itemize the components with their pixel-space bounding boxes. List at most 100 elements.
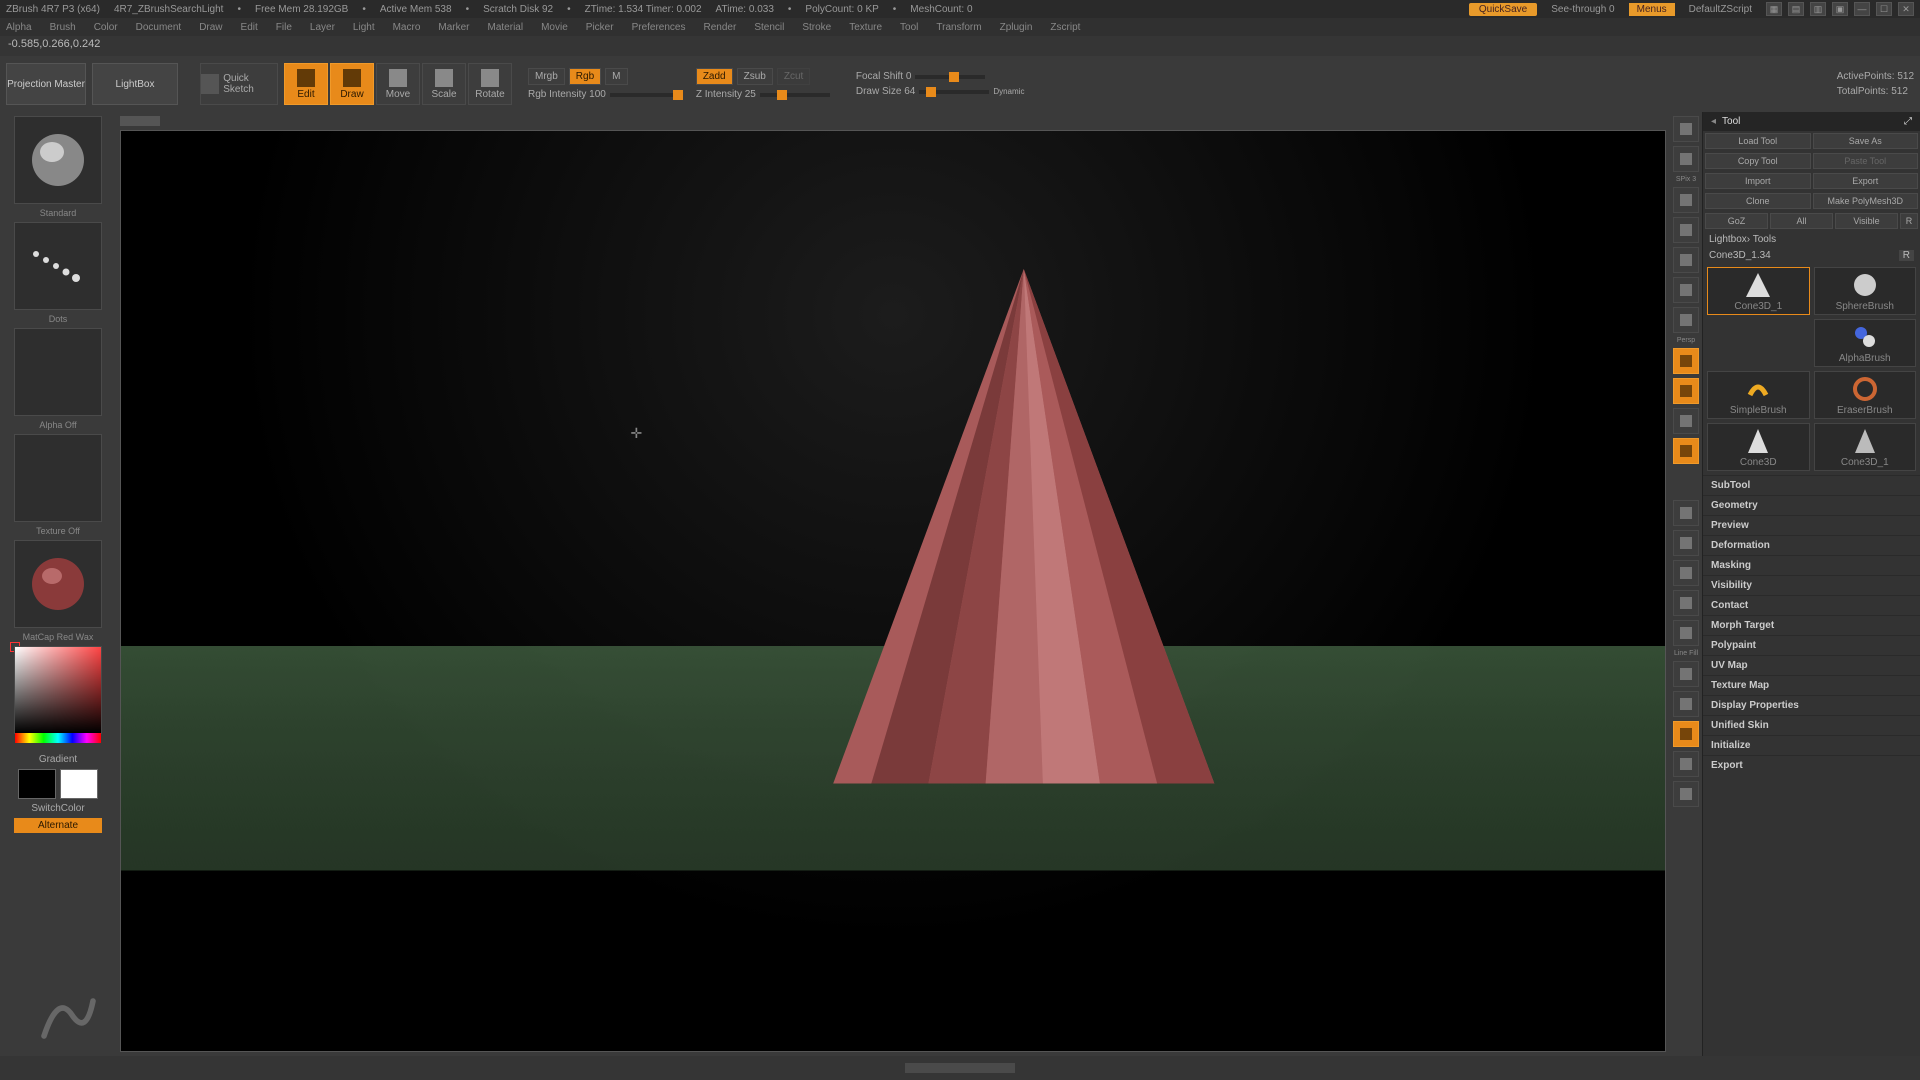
import-button[interactable]: Import [1705,173,1811,189]
export-button[interactable]: Export [1813,173,1919,189]
menu-zplugin[interactable]: Zplugin [1000,22,1033,33]
ghost-button[interactable] [1673,721,1699,747]
menu-color[interactable]: Color [94,22,118,33]
load-tool-button[interactable]: Load Tool [1705,133,1811,149]
section-unified-skin[interactable]: Unified Skin [1703,715,1920,735]
menu-file[interactable]: File [276,22,292,33]
lightbox-button[interactable]: LightBox [92,63,178,105]
draw-mode-button[interactable]: Draw [330,63,374,105]
z-intensity-slider[interactable]: Z Intensity 25 [696,89,830,100]
m-chip[interactable]: M [605,68,627,85]
rotate-mode-button[interactable]: Rotate [468,63,512,105]
menu-light[interactable]: Light [353,22,375,33]
viewport[interactable]: ✛ [120,130,1666,1052]
zadd-chip[interactable]: Zadd [696,68,733,85]
tool-thumb-simplebrush[interactable]: SimpleBrush [1707,371,1810,419]
quick-sketch-button[interactable]: Quick Sketch [200,63,278,105]
frame-button[interactable] [1673,500,1699,526]
maximize-icon[interactable]: ☐ [1876,2,1892,16]
goz-visible-button[interactable]: Visible [1835,213,1898,229]
goz-r-button[interactable]: R [1900,213,1918,229]
menu-preferences[interactable]: Preferences [632,22,686,33]
section-texture-map[interactable]: Texture Map [1703,675,1920,695]
menu-alpha[interactable]: Alpha [6,22,32,33]
rgb-chip[interactable]: Rgb [569,68,601,85]
goz-all-button[interactable]: All [1770,213,1833,229]
alpha-thumb[interactable] [14,328,102,416]
make-polymesh-button[interactable]: Make PolyMesh3D [1813,193,1919,209]
menu-document[interactable]: Document [136,22,182,33]
close-icon[interactable]: ✕ [1898,2,1914,16]
tool-thumb-cone3d[interactable]: Cone3D [1707,423,1810,471]
zoom-button[interactable] [1673,217,1699,243]
quicksave-button[interactable]: QuickSave [1469,3,1537,16]
transp-button[interactable] [1673,691,1699,717]
copy-tool-button[interactable]: Copy Tool [1705,153,1811,169]
section-initialize[interactable]: Initialize [1703,735,1920,755]
rotate-button[interactable] [1673,590,1699,616]
save-as-button[interactable]: Save As [1813,133,1919,149]
minimize-icon[interactable]: — [1854,2,1870,16]
tool-thumb-alphabrush[interactable]: AlphaBrush [1814,319,1917,367]
menu-macro[interactable]: Macro [393,22,421,33]
menu-brush[interactable]: Brush [50,22,76,33]
menu-transform[interactable]: Transform [936,22,981,33]
lightbox-tools-label[interactable]: Lightbox› Tools [1703,231,1920,248]
section-masking[interactable]: Masking [1703,555,1920,575]
menu-layer[interactable]: Layer [310,22,335,33]
move-mode-button[interactable]: Move [376,63,420,105]
collapse-icon[interactable]: ⤢ [1904,116,1912,127]
bottom-drag-handle[interactable] [905,1063,1015,1073]
section-visibility[interactable]: Visibility [1703,575,1920,595]
menu-tool[interactable]: Tool [900,22,918,33]
floor-button[interactable] [1673,348,1699,374]
swatch-white[interactable] [60,769,98,799]
xyz-button[interactable] [1673,438,1699,464]
layout-icon[interactable]: ▦ [1766,2,1782,16]
mrgb-chip[interactable]: Mrgb [528,68,565,85]
tool-thumb-eraserbrush[interactable]: EraserBrush [1814,371,1917,419]
section-morph-target[interactable]: Morph Target [1703,615,1920,635]
menus-button[interactable]: Menus [1629,3,1675,16]
menu-marker[interactable]: Marker [438,22,469,33]
rgb-intensity-slider[interactable]: Rgb Intensity 100 [528,89,680,100]
gradient-toggle[interactable]: Gradient [39,754,77,765]
section-polypaint[interactable]: Polypaint [1703,635,1920,655]
section-preview[interactable]: Preview [1703,515,1920,535]
local-button[interactable] [1673,378,1699,404]
paste-tool-button[interactable]: Paste Tool [1813,153,1919,169]
solo-button[interactable] [1673,751,1699,777]
layout4-icon[interactable]: ▣ [1832,2,1848,16]
aahalf-button[interactable] [1673,277,1699,303]
menu-zscript[interactable]: Zscript [1050,22,1080,33]
section-export[interactable]: Export [1703,755,1920,775]
draw-size-slider[interactable]: Draw Size 64 Dynamic [856,86,1025,97]
section-display-properties[interactable]: Display Properties [1703,695,1920,715]
menu-picker[interactable]: Picker [586,22,614,33]
scale-mode-button[interactable]: Scale [422,63,466,105]
projection-master-button[interactable]: Projection Master [6,63,86,105]
menu-render[interactable]: Render [704,22,737,33]
menu-stencil[interactable]: Stencil [754,22,784,33]
scroll-button[interactable] [1673,187,1699,213]
menu-draw[interactable]: Draw [199,22,222,33]
section-uv-map[interactable]: UV Map [1703,655,1920,675]
polyf-button[interactable] [1673,661,1699,687]
actual-button[interactable] [1673,247,1699,273]
section-subtool[interactable]: SubTool [1703,475,1920,495]
bpr-button[interactable] [1673,116,1699,142]
menu-material[interactable]: Material [488,22,524,33]
tool-panel-header[interactable]: ◂ Tool ⤢ [1703,112,1920,131]
section-deformation[interactable]: Deformation [1703,535,1920,555]
seethrough-slider[interactable]: See-through 0 [1551,4,1614,15]
menu-edit[interactable]: Edit [241,22,258,33]
layout2-icon[interactable]: ▤ [1788,2,1804,16]
goz-button[interactable]: GoZ [1705,213,1768,229]
persp-button[interactable] [1673,307,1699,333]
layout3-icon[interactable]: ▥ [1810,2,1826,16]
lsym-button[interactable] [1673,408,1699,434]
texture-thumb[interactable] [14,434,102,522]
scale-button[interactable] [1673,560,1699,586]
tool-thumb-spherebrush[interactable]: SphereBrush [1814,267,1917,315]
hue-strip[interactable] [15,733,101,743]
